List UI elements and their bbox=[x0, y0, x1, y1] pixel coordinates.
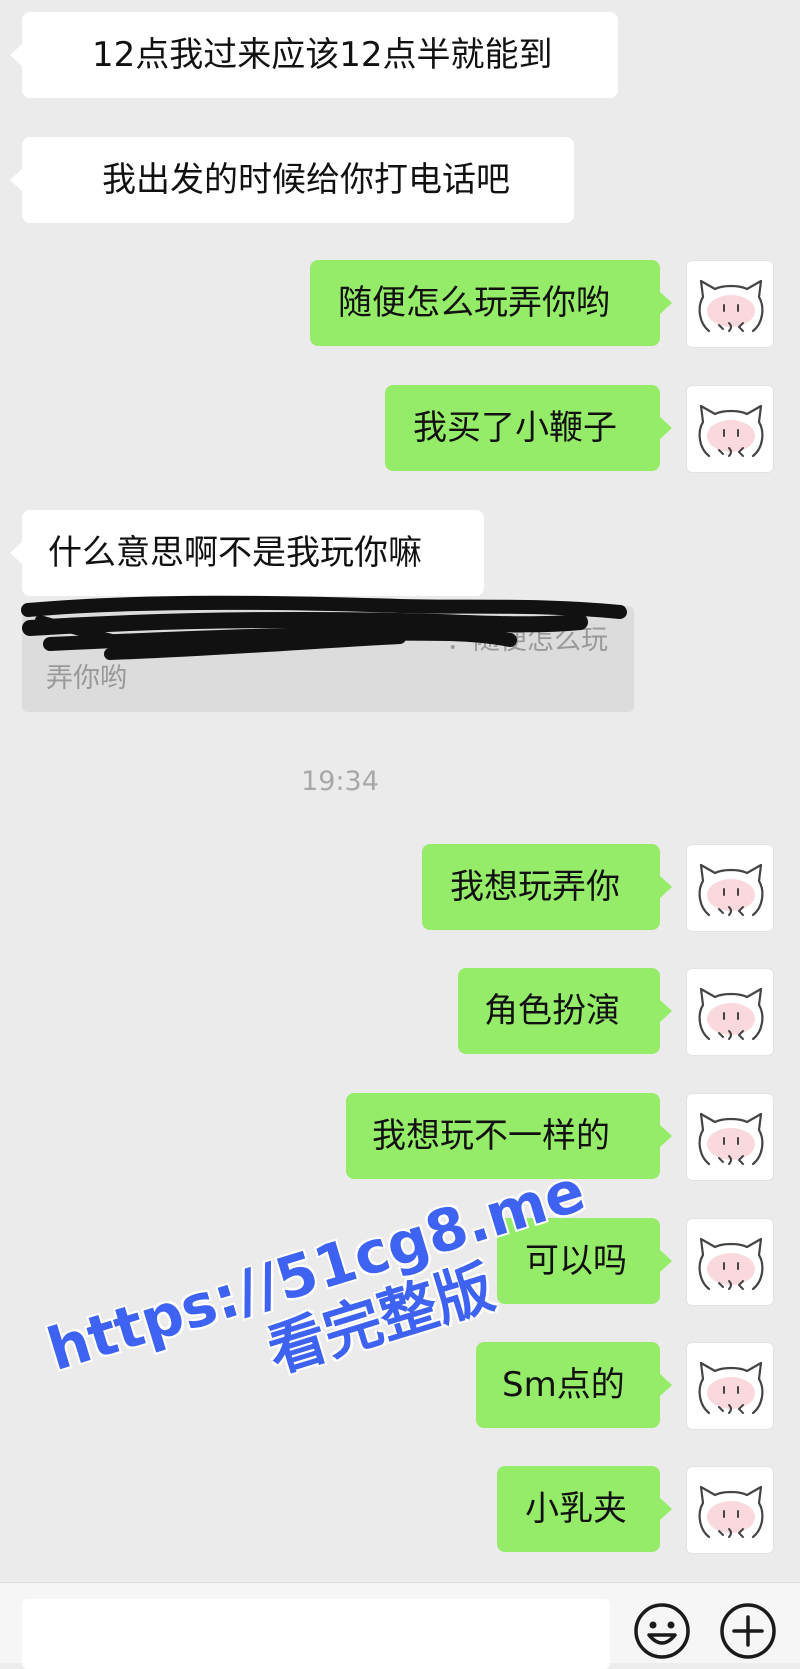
message-bubble-incoming[interactable]: 什么意思啊不是我玩你嘛 bbox=[10, 510, 484, 596]
message-bubble-incoming[interactable]: 我出发的时候给你打电话吧 bbox=[10, 137, 574, 223]
user-avatar[interactable] bbox=[686, 1093, 774, 1181]
message-bubble-outgoing[interactable]: 我买了小鞭子 bbox=[385, 385, 672, 471]
cat-avatar-icon bbox=[698, 987, 764, 1041]
user-avatar[interactable] bbox=[686, 968, 774, 1056]
user-avatar[interactable] bbox=[686, 844, 774, 932]
cat-avatar-icon bbox=[698, 404, 764, 458]
message-bubble-outgoing[interactable]: 我想玩弄你 bbox=[422, 844, 672, 930]
cat-avatar-icon bbox=[698, 1237, 764, 1291]
message-bubble-outgoing[interactable]: Sm点的 bbox=[476, 1342, 672, 1428]
user-avatar[interactable] bbox=[686, 260, 774, 348]
user-avatar[interactable] bbox=[686, 1342, 774, 1430]
cat-avatar-icon bbox=[698, 1485, 764, 1539]
emoji-icon[interactable] bbox=[632, 1601, 692, 1661]
user-avatar[interactable] bbox=[686, 1466, 774, 1554]
message-bubble-incoming[interactable]: 12点我过来应该12点半就能到 bbox=[10, 12, 618, 98]
cat-avatar-icon bbox=[698, 1361, 764, 1415]
message-bubble-outgoing[interactable]: 可以吗 bbox=[497, 1218, 672, 1304]
cat-avatar-icon bbox=[698, 279, 764, 333]
user-avatar[interactable] bbox=[686, 385, 774, 473]
redaction-scribble bbox=[21, 595, 627, 660]
message-bubble-outgoing[interactable]: 角色扮演 bbox=[458, 968, 672, 1054]
timestamp: 19:34 bbox=[301, 766, 379, 797]
message-input[interactable] bbox=[22, 1599, 610, 1669]
message-bubble-outgoing[interactable]: 随便怎么玩弄你哟 bbox=[310, 260, 672, 346]
message-bubble-outgoing[interactable]: 我想玩不一样的 bbox=[346, 1093, 672, 1179]
cat-avatar-icon bbox=[698, 1112, 764, 1166]
plus-icon[interactable] bbox=[718, 1601, 778, 1661]
input-bar bbox=[0, 1582, 800, 1669]
cat-avatar-icon bbox=[698, 863, 764, 917]
user-avatar[interactable] bbox=[686, 1218, 774, 1306]
message-bubble-outgoing[interactable]: 小乳夹 bbox=[497, 1466, 672, 1552]
chat-area[interactable]: 12点我过来应该12点半就能到 我出发的时候给你打电话吧 随便怎么玩弄你哟 我买… bbox=[0, 0, 800, 1580]
